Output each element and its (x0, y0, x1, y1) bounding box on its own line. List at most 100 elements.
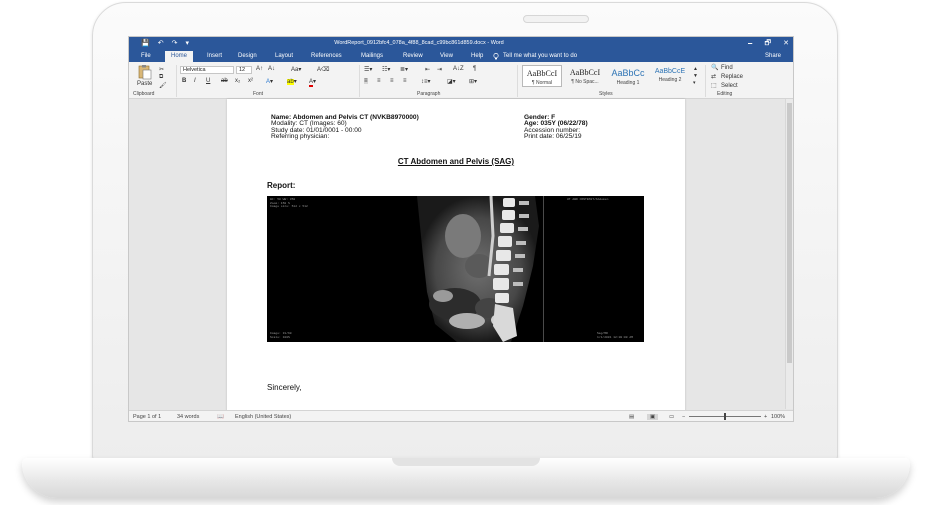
vertical-scrollbar[interactable] (785, 99, 793, 409)
format-painter-icon[interactable]: 🖌 (159, 82, 167, 89)
font-size-combo[interactable]: 12 (236, 66, 252, 74)
tell-me-box[interactable]: Tell me what you want to do (503, 53, 577, 59)
tab-layout[interactable]: Layout (275, 53, 293, 59)
ct-overlay-line: Image: 31/60 (270, 332, 292, 335)
language-indicator[interactable]: English (United States) (235, 414, 291, 420)
tab-file[interactable]: File (141, 53, 151, 59)
style-no-spacing[interactable]: AaBbCcI ¶ No Spac... (565, 65, 605, 87)
subscript-button[interactable]: x₂ (235, 78, 240, 84)
styles-scroll-up-icon[interactable]: ▲ (693, 66, 698, 72)
line-spacing-icon[interactable]: ↕≡▾ (421, 78, 431, 85)
superscript-button[interactable]: x² (248, 78, 253, 84)
highlight-icon[interactable]: ab▾ (287, 78, 297, 85)
align-center-icon[interactable]: ≡ (377, 78, 381, 84)
styles-more-icon[interactable]: ▾ (693, 80, 696, 86)
font-name-combo[interactable]: Helvetica (180, 66, 234, 74)
find-icon[interactable]: 🔍 (711, 64, 718, 71)
ribbon-separator (705, 65, 706, 97)
cut-icon[interactable]: ✂ (159, 66, 164, 73)
ct-overlay-top-left: WC: 50 WW: 350 Zoom: 150 % Image size: 5… (270, 198, 308, 209)
style-name: ¶ No Spac... (571, 79, 599, 85)
style-normal[interactable]: AaBbCcI ¶ Normal (522, 65, 562, 87)
select-button[interactable]: Select (721, 83, 738, 89)
replace-button[interactable]: Replace (721, 74, 743, 80)
referring-physician: Referring physician: (271, 133, 330, 141)
page-count[interactable]: Page 1 of 1 (133, 414, 161, 420)
zoom-in-icon[interactable]: + (764, 414, 767, 420)
grow-font-icon[interactable]: A↑ (256, 66, 263, 72)
strikethrough-button[interactable]: ab (221, 78, 228, 84)
underline-button[interactable]: U (206, 78, 210, 84)
style-heading-1[interactable]: AaBbCc Heading 1 (608, 65, 648, 87)
justify-icon[interactable]: ≡ (403, 78, 407, 84)
document-page[interactable]: Name: Abdomen and Pelvis CT (NVKB8970000… (227, 99, 685, 411)
paste-icon[interactable] (137, 64, 153, 82)
style-sample: AaBbCcI (526, 69, 558, 78)
align-right-icon[interactable]: ≡ (390, 78, 394, 84)
style-name: Heading 2 (658, 77, 682, 83)
patient-info-right: Gender: F Age: 035Y (06/22/78) Accession… (524, 114, 588, 141)
paste-button[interactable]: Paste (137, 81, 152, 87)
tab-help[interactable]: Help (471, 53, 483, 59)
tab-home[interactable]: Home (165, 51, 194, 62)
increase-indent-icon[interactable]: ⇥ (437, 66, 442, 73)
share-button[interactable]: Share (765, 53, 781, 59)
read-mode-icon[interactable]: ▤ (629, 414, 634, 420)
ct-overlay-top-right: UT ABD CONTRAST/Abdomen (567, 198, 609, 201)
copy-icon[interactable]: ⧉ (159, 74, 163, 81)
web-layout-icon[interactable]: ▭ (669, 414, 674, 420)
shading-icon[interactable]: ◪▾ (447, 78, 456, 85)
bullets-icon[interactable]: ☰▾ (364, 66, 372, 73)
sort-icon[interactable]: A↓Z (453, 66, 464, 72)
align-left-icon[interactable]: ≡ (364, 78, 368, 84)
bold-button[interactable]: B (182, 78, 186, 84)
borders-icon[interactable]: ⊞▾ (469, 78, 477, 85)
zoom-out-icon[interactable]: − (682, 414, 685, 420)
minimize-button[interactable]: 🗕 (748, 39, 753, 50)
change-case-icon[interactable]: Aa▾ (291, 66, 301, 73)
numbering-icon[interactable]: ☷▾ (382, 66, 390, 73)
print-layout-icon[interactable]: ▣ (647, 414, 659, 420)
close-button[interactable]: ✕ (783, 39, 789, 50)
find-button[interactable]: Find (721, 65, 733, 71)
style-sample: AaBbCcI (569, 68, 601, 77)
print-date: Print date: 06/25/19 (524, 133, 582, 141)
style-heading-2[interactable]: AaBbCcE Heading 2 (650, 65, 690, 87)
ct-overlay-bottom-left: Image: 31/60 Scale: 100% (270, 332, 292, 339)
window-title: WordReport_0912bfc4_078a_4f88_8cad_c99bc… (334, 40, 504, 46)
zoom-level[interactable]: 100% (771, 414, 785, 420)
restore-button[interactable]: 🗗 (765, 39, 772, 50)
font-color-icon[interactable]: A▾ (309, 78, 316, 87)
tab-mailings[interactable]: Mailings (361, 53, 383, 59)
tab-references[interactable]: References (311, 53, 342, 59)
title-bar: 💾 ↶ ↷ ▾ WordReport_0912bfc4_078a_4f88_8c… (129, 37, 793, 50)
style-sample: AaBbCcE (654, 68, 686, 75)
text-effects-icon[interactable]: A▾ (266, 78, 273, 85)
ct-pane-divider (543, 196, 544, 342)
tab-insert[interactable]: Insert (207, 53, 222, 59)
select-icon[interactable]: ⬚ (711, 82, 717, 89)
patient-info-left: Name: Abdomen and Pelvis CT (NVKB8970000… (271, 114, 419, 141)
shrink-font-icon[interactable]: A↓ (268, 66, 275, 72)
ct-overlay-bottom-right: Sag/MR 1/1/2001 12:00:00 AM (597, 332, 633, 339)
proofing-icon[interactable]: 📖 (217, 414, 224, 420)
clear-formatting-icon[interactable]: A⌫ (317, 66, 330, 73)
multilevel-list-icon[interactable]: ≣▾ (400, 66, 408, 73)
clipboard-group-label: Clipboard (133, 91, 155, 97)
italic-button[interactable]: I (194, 78, 196, 84)
scrollbar-thumb[interactable] (787, 103, 792, 363)
style-name: ¶ Normal (531, 80, 553, 86)
laptop-notch (392, 458, 540, 466)
zoom-slider-knob[interactable] (724, 413, 726, 420)
tab-view[interactable]: View (440, 53, 453, 59)
styles-scroll-down-icon[interactable]: ▼ (693, 73, 698, 79)
tab-review[interactable]: Review (403, 53, 423, 59)
ct-overlay-line: 1/1/2001 12:00:00 AM (597, 335, 634, 339)
decrease-indent-icon[interactable]: ⇤ (425, 66, 430, 73)
ct-overlay-line: Image size: 512 x 512 (270, 205, 308, 208)
show-marks-icon[interactable]: ¶ (473, 66, 476, 72)
styles-group-label: Styles (599, 91, 613, 97)
tab-design[interactable]: Design (238, 53, 257, 59)
word-count[interactable]: 34 words (177, 414, 199, 420)
replace-icon[interactable]: ⇄ (711, 73, 716, 80)
